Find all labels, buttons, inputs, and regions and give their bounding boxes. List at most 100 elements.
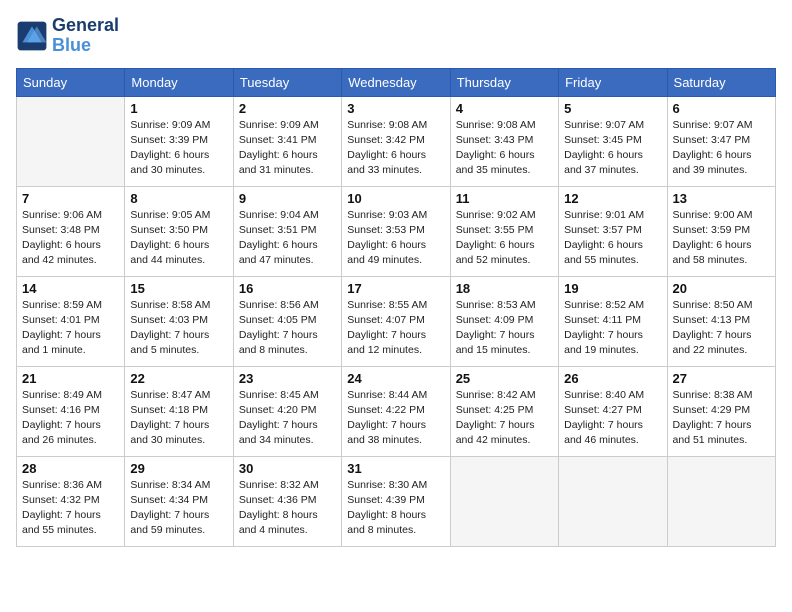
day-info: Sunrise: 9:09 AM Sunset: 3:39 PM Dayligh… xyxy=(130,118,227,179)
calendar-cell xyxy=(17,96,125,186)
day-info: Sunrise: 9:09 AM Sunset: 3:41 PM Dayligh… xyxy=(239,118,336,179)
header-saturday: Saturday xyxy=(667,68,775,96)
day-number: 11 xyxy=(456,191,553,206)
calendar-cell: 5 Sunrise: 9:07 AM Sunset: 3:45 PM Daylig… xyxy=(559,96,667,186)
calendar-cell: 14 Sunrise: 8:59 AM Sunset: 4:01 PM Dayli… xyxy=(17,276,125,366)
calendar-cell: 12Sunrise: 9:01 AM Sunset: 3:57 PM Dayli… xyxy=(559,186,667,276)
calendar-cell: 2 Sunrise: 9:09 AM Sunset: 3:41 PM Daylig… xyxy=(233,96,341,186)
day-number: 9 xyxy=(239,191,336,206)
calendar-cell xyxy=(559,456,667,546)
calendar-cell: 18 Sunrise: 8:53 AM Sunset: 4:09 PM Dayli… xyxy=(450,276,558,366)
day-number: 1 xyxy=(130,101,227,116)
week-row-5: 28 Sunrise: 8:36 AM Sunset: 4:32 PM Dayli… xyxy=(17,456,776,546)
calendar-cell: 29 Sunrise: 8:34 AM Sunset: 4:34 PM Dayli… xyxy=(125,456,233,546)
day-number: 22 xyxy=(130,371,227,386)
day-number: 20 xyxy=(673,281,770,296)
header: General Blue xyxy=(16,16,776,56)
day-info: Sunrise: 9:02 AM Sunset: 3:55 PM Dayligh… xyxy=(456,208,553,269)
day-number: 25 xyxy=(456,371,553,386)
day-number: 28 xyxy=(22,461,119,476)
day-number: 21 xyxy=(22,371,119,386)
logo-text: General Blue xyxy=(52,16,119,56)
day-info: Sunrise: 9:06 AM Sunset: 3:48 PM Dayligh… xyxy=(22,208,119,269)
day-info: Sunrise: 9:07 AM Sunset: 3:45 PM Dayligh… xyxy=(564,118,661,179)
calendar-cell: 17 Sunrise: 8:55 AM Sunset: 4:07 PM Dayli… xyxy=(342,276,450,366)
day-info: Sunrise: 8:52 AM Sunset: 4:11 PM Dayligh… xyxy=(564,298,661,359)
day-number: 10 xyxy=(347,191,444,206)
day-info: Sunrise: 8:34 AM Sunset: 4:34 PM Dayligh… xyxy=(130,478,227,539)
day-info: Sunrise: 8:38 AM Sunset: 4:29 PM Dayligh… xyxy=(673,388,770,449)
day-number: 6 xyxy=(673,101,770,116)
day-info: Sunrise: 9:04 AM Sunset: 3:51 PM Dayligh… xyxy=(239,208,336,269)
day-number: 4 xyxy=(456,101,553,116)
day-info: Sunrise: 9:05 AM Sunset: 3:50 PM Dayligh… xyxy=(130,208,227,269)
week-row-4: 21 Sunrise: 8:49 AM Sunset: 4:16 PM Dayli… xyxy=(17,366,776,456)
week-row-3: 14 Sunrise: 8:59 AM Sunset: 4:01 PM Dayli… xyxy=(17,276,776,366)
day-info: Sunrise: 8:30 AM Sunset: 4:39 PM Dayligh… xyxy=(347,478,444,539)
day-info: Sunrise: 8:36 AM Sunset: 4:32 PM Dayligh… xyxy=(22,478,119,539)
day-number: 26 xyxy=(564,371,661,386)
day-number: 14 xyxy=(22,281,119,296)
header-friday: Friday xyxy=(559,68,667,96)
day-number: 17 xyxy=(347,281,444,296)
week-row-1: 1 Sunrise: 9:09 AM Sunset: 3:39 PM Daylig… xyxy=(17,96,776,186)
week-row-2: 7 Sunrise: 9:06 AM Sunset: 3:48 PM Daylig… xyxy=(17,186,776,276)
day-number: 18 xyxy=(456,281,553,296)
calendar-cell: 8Sunrise: 9:05 AM Sunset: 3:50 PM Daylig… xyxy=(125,186,233,276)
day-info: Sunrise: 8:42 AM Sunset: 4:25 PM Dayligh… xyxy=(456,388,553,449)
calendar-cell: 26 Sunrise: 8:40 AM Sunset: 4:27 PM Dayli… xyxy=(559,366,667,456)
calendar-cell: 20 Sunrise: 8:50 AM Sunset: 4:13 PM Dayli… xyxy=(667,276,775,366)
day-number: 29 xyxy=(130,461,227,476)
day-number: 5 xyxy=(564,101,661,116)
calendar-cell xyxy=(667,456,775,546)
day-info: Sunrise: 8:44 AM Sunset: 4:22 PM Dayligh… xyxy=(347,388,444,449)
day-info: Sunrise: 8:56 AM Sunset: 4:05 PM Dayligh… xyxy=(239,298,336,359)
day-info: Sunrise: 9:08 AM Sunset: 3:43 PM Dayligh… xyxy=(456,118,553,179)
calendar-cell: 27 Sunrise: 8:38 AM Sunset: 4:29 PM Dayli… xyxy=(667,366,775,456)
calendar-cell: 7 Sunrise: 9:06 AM Sunset: 3:48 PM Daylig… xyxy=(17,186,125,276)
day-info: Sunrise: 9:07 AM Sunset: 3:47 PM Dayligh… xyxy=(673,118,770,179)
day-info: Sunrise: 8:49 AM Sunset: 4:16 PM Dayligh… xyxy=(22,388,119,449)
day-info: Sunrise: 8:40 AM Sunset: 4:27 PM Dayligh… xyxy=(564,388,661,449)
day-info: Sunrise: 8:53 AM Sunset: 4:09 PM Dayligh… xyxy=(456,298,553,359)
day-number: 27 xyxy=(673,371,770,386)
calendar-cell: 28 Sunrise: 8:36 AM Sunset: 4:32 PM Dayli… xyxy=(17,456,125,546)
calendar-header-row: SundayMondayTuesdayWednesdayThursdayFrid… xyxy=(17,68,776,96)
day-number: 13 xyxy=(673,191,770,206)
calendar-cell: 9 Sunrise: 9:04 AM Sunset: 3:51 PM Daylig… xyxy=(233,186,341,276)
calendar-cell: 4 Sunrise: 9:08 AM Sunset: 3:43 PM Daylig… xyxy=(450,96,558,186)
calendar-cell: 22Sunrise: 8:47 AM Sunset: 4:18 PM Dayli… xyxy=(125,366,233,456)
day-number: 15 xyxy=(130,281,227,296)
day-number: 23 xyxy=(239,371,336,386)
day-info: Sunrise: 8:45 AM Sunset: 4:20 PM Dayligh… xyxy=(239,388,336,449)
day-info: Sunrise: 9:08 AM Sunset: 3:42 PM Dayligh… xyxy=(347,118,444,179)
day-number: 19 xyxy=(564,281,661,296)
day-number: 2 xyxy=(239,101,336,116)
calendar-cell: 24Sunrise: 8:44 AM Sunset: 4:22 PM Dayli… xyxy=(342,366,450,456)
calendar-cell: 10Sunrise: 9:03 AM Sunset: 3:53 PM Dayli… xyxy=(342,186,450,276)
day-number: 16 xyxy=(239,281,336,296)
day-info: Sunrise: 8:50 AM Sunset: 4:13 PM Dayligh… xyxy=(673,298,770,359)
calendar-cell: 16 Sunrise: 8:56 AM Sunset: 4:05 PM Dayli… xyxy=(233,276,341,366)
calendar-cell: 1 Sunrise: 9:09 AM Sunset: 3:39 PM Daylig… xyxy=(125,96,233,186)
header-thursday: Thursday xyxy=(450,68,558,96)
header-tuesday: Tuesday xyxy=(233,68,341,96)
calendar-cell: 11 Sunrise: 9:02 AM Sunset: 3:55 PM Dayli… xyxy=(450,186,558,276)
calendar-cell: 21 Sunrise: 8:49 AM Sunset: 4:16 PM Dayli… xyxy=(17,366,125,456)
day-number: 31 xyxy=(347,461,444,476)
calendar-cell: 19 Sunrise: 8:52 AM Sunset: 4:11 PM Dayli… xyxy=(559,276,667,366)
day-number: 3 xyxy=(347,101,444,116)
day-info: Sunrise: 8:55 AM Sunset: 4:07 PM Dayligh… xyxy=(347,298,444,359)
day-number: 7 xyxy=(22,191,119,206)
calendar-cell: 13Sunrise: 9:00 AM Sunset: 3:59 PM Dayli… xyxy=(667,186,775,276)
header-monday: Monday xyxy=(125,68,233,96)
logo: General Blue xyxy=(16,16,119,56)
day-info: Sunrise: 8:58 AM Sunset: 4:03 PM Dayligh… xyxy=(130,298,227,359)
calendar-cell: 30Sunrise: 8:32 AM Sunset: 4:36 PM Dayli… xyxy=(233,456,341,546)
day-info: Sunrise: 8:32 AM Sunset: 4:36 PM Dayligh… xyxy=(239,478,336,539)
calendar-cell: 6 Sunrise: 9:07 AM Sunset: 3:47 PM Daylig… xyxy=(667,96,775,186)
header-sunday: Sunday xyxy=(17,68,125,96)
day-info: Sunrise: 9:01 AM Sunset: 3:57 PM Dayligh… xyxy=(564,208,661,269)
calendar-cell: 15 Sunrise: 8:58 AM Sunset: 4:03 PM Dayli… xyxy=(125,276,233,366)
day-info: Sunrise: 8:59 AM Sunset: 4:01 PM Dayligh… xyxy=(22,298,119,359)
